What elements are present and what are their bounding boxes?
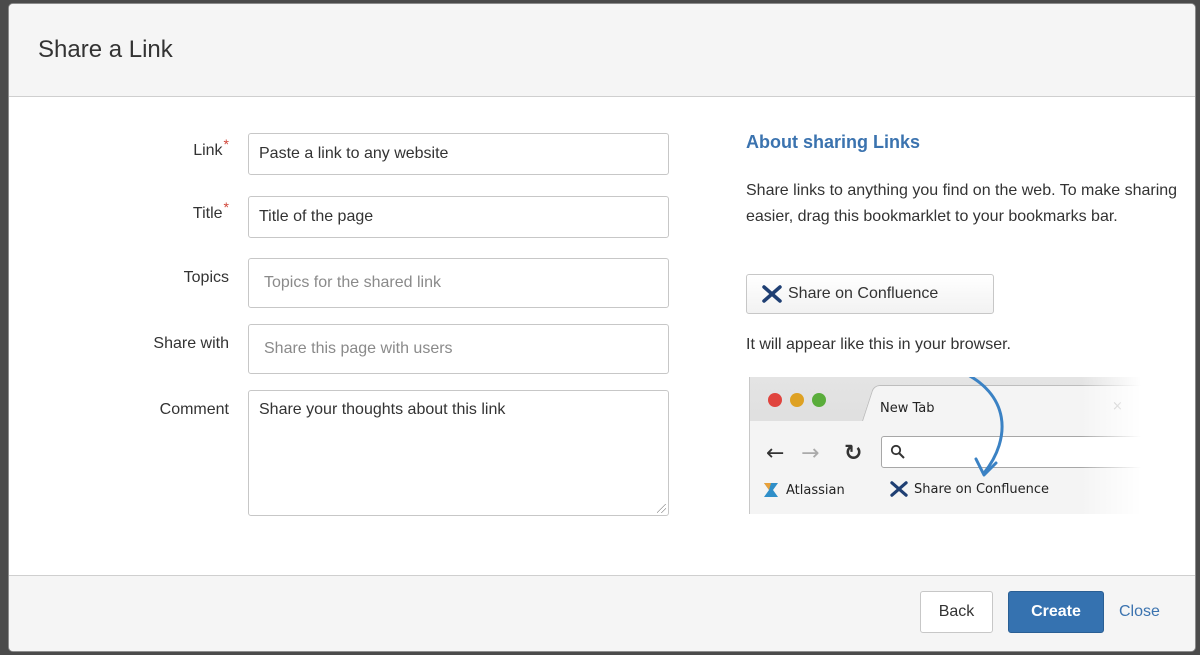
confluence-icon <box>890 481 908 497</box>
required-marker: * <box>223 136 229 152</box>
topics-label: Topics <box>183 269 229 286</box>
browser-fade-overlay <box>1081 377 1141 514</box>
create-button[interactable]: Create <box>1008 591 1104 633</box>
forward-arrow-icon: → <box>801 441 820 466</box>
link-input[interactable]: Paste a link to any website <box>248 133 669 175</box>
link-label: Link* <box>193 136 229 159</box>
dialog-content: Link* Paste a link to any website Title*… <box>9 98 1195 575</box>
about-description: Share links to anything you find on the … <box>746 182 1178 225</box>
share-on-confluence-bookmarklet[interactable]: Share on Confluence <box>746 274 994 314</box>
minimize-dot-icon <box>790 393 804 407</box>
topics-input[interactable]: Topics for the shared link <box>248 258 669 308</box>
browser-tab-title: New Tab <box>880 401 935 416</box>
confluence-icon <box>762 285 782 303</box>
reload-icon: ↻ <box>844 441 863 466</box>
back-arrow-icon: ← <box>766 441 785 466</box>
share-with-label: Share with <box>153 335 229 352</box>
title-label: Title* <box>192 199 229 222</box>
title-input[interactable]: Title of the page <box>248 196 669 238</box>
about-heading: About sharing Links <box>746 132 921 152</box>
dialog-title: Share a Link <box>38 36 173 63</box>
atlassian-bookmark: Atlassian <box>762 481 845 499</box>
drag-arrow-icon <box>968 377 1004 477</box>
back-button[interactable]: Back <box>920 591 993 633</box>
appear-note: It will appear like this in your browser… <box>746 336 1011 353</box>
dialog-footer: Back Create Close <box>9 575 1195 651</box>
atlassian-icon <box>764 483 778 497</box>
close-dot-icon <box>768 393 782 407</box>
comment-label: Comment <box>159 401 229 418</box>
required-marker: * <box>223 199 229 215</box>
dialog-header: Share a Link <box>9 4 1195 97</box>
browser-preview-image: New Tab × ← → ↻ Atlassian <box>749 377 1141 514</box>
comment-textarea[interactable]: Share your thoughts about this link <box>248 390 669 516</box>
share-with-input[interactable]: Share this page with users <box>248 324 669 374</box>
search-icon <box>890 444 905 459</box>
share-on-confluence-bookmark: Share on Confluence <box>890 481 1049 497</box>
resize-grip-icon[interactable] <box>657 504 666 513</box>
maximize-dot-icon <box>812 393 826 407</box>
share-link-dialog: Share a Link Link* Paste a link to any w… <box>8 3 1196 652</box>
close-link[interactable]: Close <box>1119 603 1160 621</box>
